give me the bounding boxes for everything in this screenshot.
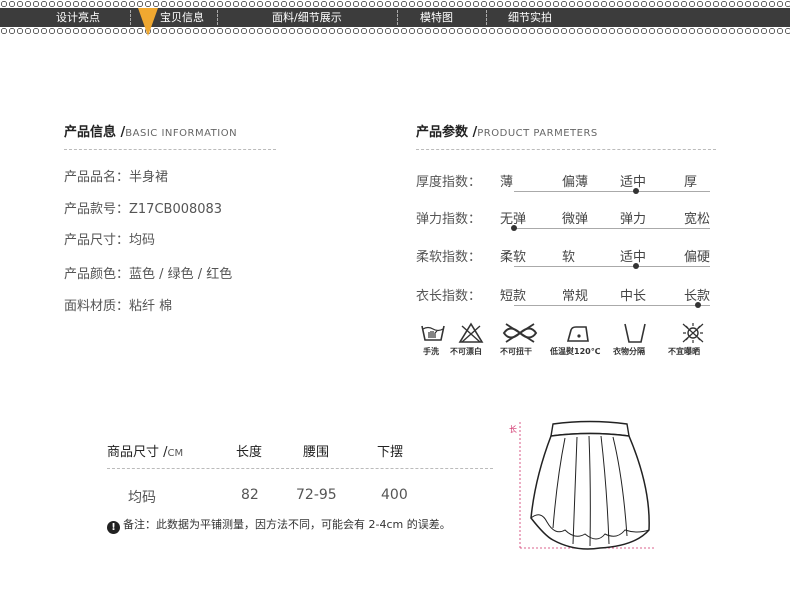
param-scale-line xyxy=(514,266,710,267)
size-table-title: 商品尺寸 /CM xyxy=(107,441,183,460)
param-option: 常规 xyxy=(562,289,589,304)
size-header-length: 长度 xyxy=(236,445,263,460)
care-label-no-bleach: 不可漂白 xyxy=(450,347,482,356)
no-bleach-icon xyxy=(458,322,484,343)
params-title-en: PRODUCT PARMETERS xyxy=(477,128,598,139)
nav-divider xyxy=(130,10,131,25)
care-label-no-wring: 不可扭干 xyxy=(500,347,532,356)
param-label: 厚度指数： xyxy=(416,175,482,190)
size-note: ! 备注：此数据为平铺测量，因方法不同，可能会有 2-4cm 的误差。 xyxy=(107,516,451,534)
nav-active-arrow-icon xyxy=(138,8,158,36)
separate-wash-icon xyxy=(624,323,646,343)
length-label: 长 xyxy=(509,425,517,434)
info-row-color: 产品颜色：蓝色 / 绿色 / 红色 xyxy=(64,267,233,282)
care-label-hand-wash: 手洗 xyxy=(423,347,439,356)
param-scale-line xyxy=(514,191,710,192)
basic-info-title-cn: 产品信息 / xyxy=(64,125,126,140)
hand-wash-icon xyxy=(421,325,445,341)
iron-low-icon xyxy=(566,326,589,342)
size-cell-waist: 72-95 xyxy=(296,487,337,503)
nav-divider xyxy=(217,10,218,25)
nav-item-design[interactable]: 设计亮点 xyxy=(56,8,100,27)
info-row-size: 产品尺寸：均码 xyxy=(64,233,156,248)
param-selected-dot xyxy=(511,225,517,231)
nav-item-model[interactable]: 模特图 xyxy=(420,8,453,27)
param-label: 衣长指数： xyxy=(416,289,482,304)
nav-item-info[interactable]: 宝贝信息 xyxy=(160,8,204,27)
nav-divider xyxy=(397,10,398,25)
size-cell-hem: 400 xyxy=(381,487,408,503)
basic-info-divider xyxy=(64,149,276,150)
no-sun-icon xyxy=(682,323,704,343)
care-label-iron: 低温熨120℃ xyxy=(550,347,601,356)
param-option: 适中 xyxy=(620,250,647,265)
param-option: 厚 xyxy=(684,175,698,190)
size-table-unit: CM xyxy=(167,448,184,459)
size-cell-size: 均码 xyxy=(128,490,156,506)
params-title: 产品参数 /PRODUCT PARMETERS xyxy=(416,121,598,140)
param-option: 薄 xyxy=(500,175,514,190)
nav-item-fabric[interactable]: 面料/细节展示 xyxy=(272,8,342,27)
param-option: 中长 xyxy=(620,289,647,304)
basic-info-title: 产品信息 /BASIC INFORMATION xyxy=(64,121,237,140)
nav-bar xyxy=(0,8,790,27)
param-option: 偏硬 xyxy=(684,250,711,265)
nav-item-detail[interactable]: 细节实拍 xyxy=(508,8,552,27)
size-header-hem: 下摆 xyxy=(377,445,404,460)
care-label-separate: 衣物分隔 xyxy=(613,347,645,356)
param-option: 微弹 xyxy=(562,212,589,227)
info-row-name: 产品品名：半身裙 xyxy=(64,170,169,185)
param-option: 适中 xyxy=(620,175,647,190)
param-label: 柔软指数： xyxy=(416,250,482,265)
nav-divider xyxy=(486,10,487,25)
param-selected-dot xyxy=(633,263,639,269)
care-label-no-sun: 不宜曝晒 xyxy=(668,347,700,356)
no-wring-icon xyxy=(502,323,538,343)
param-selected-dot xyxy=(633,188,639,194)
info-row-code: 产品款号：Z17CB008083 xyxy=(64,202,223,217)
size-cell-length: 82 xyxy=(241,487,259,503)
param-label: 弹力指数： xyxy=(416,212,482,227)
param-option: 宽松 xyxy=(684,212,711,227)
params-title-cn: 产品参数 / xyxy=(416,125,478,140)
size-header-waist: 腰围 xyxy=(303,445,330,460)
size-table-divider xyxy=(107,468,493,469)
nav-border-bottom xyxy=(0,27,790,35)
param-option: 弹力 xyxy=(620,212,647,227)
param-option: 偏薄 xyxy=(562,175,589,190)
size-table-title-cn: 商品尺寸 / xyxy=(107,445,168,460)
skirt-diagram xyxy=(519,420,655,550)
info-row-material: 面料材质：粘纤 棉 xyxy=(64,299,173,314)
basic-info-title-en: BASIC INFORMATION xyxy=(125,128,238,139)
nav-border-top xyxy=(0,0,790,8)
param-selected-dot xyxy=(695,302,701,308)
param-option: 软 xyxy=(562,250,576,265)
top-nav: 设计亮点 宝贝信息 面料/细节展示 模特图 细节实拍 xyxy=(0,0,790,36)
param-option: 柔软 xyxy=(500,250,527,265)
size-note-text: 备注：此数据为平铺测量，因方法不同，可能会有 2-4cm 的误差。 xyxy=(123,518,451,531)
param-option: 短款 xyxy=(500,289,527,304)
param-scale-line xyxy=(514,228,710,229)
param-scale-line xyxy=(514,305,710,306)
exclamation-icon: ! xyxy=(107,521,120,534)
params-divider xyxy=(416,149,716,150)
